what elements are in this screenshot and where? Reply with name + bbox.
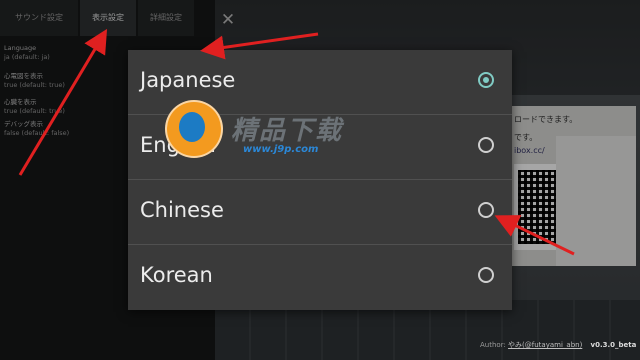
arrow-to-display-tab — [18, 28, 108, 176]
arrow-to-dialog — [200, 32, 319, 60]
author-prefix: Author: — [480, 341, 506, 349]
annotation-arrows — [18, 28, 575, 256]
author-link[interactable]: やみ(@futayami_abn) — [508, 341, 582, 349]
arrow-to-chinese-radio — [494, 215, 575, 256]
footer-credit: Author: やみ(@futayami_abn) v0.3.0_beta — [480, 340, 636, 350]
version-label: v0.3.0_beta — [590, 341, 637, 349]
